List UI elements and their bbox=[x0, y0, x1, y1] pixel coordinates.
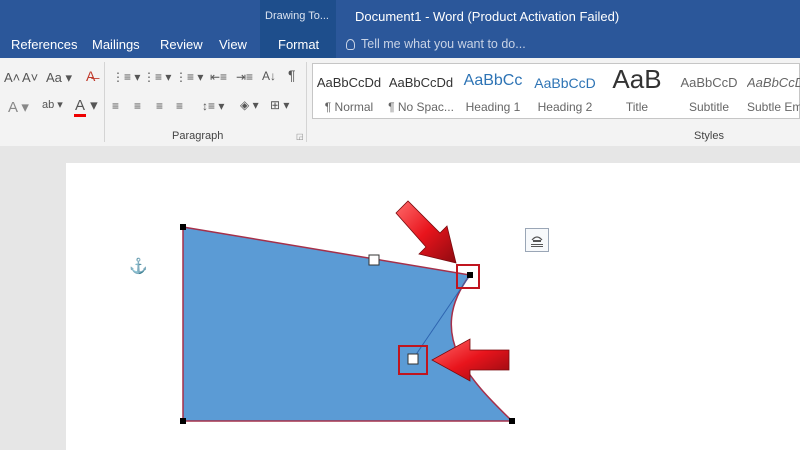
vertex-handle[interactable] bbox=[180, 224, 186, 230]
vertex-handle[interactable] bbox=[509, 418, 515, 424]
freeform-shape[interactable] bbox=[182, 226, 514, 422]
callout-arrow-vertex bbox=[395, 200, 457, 264]
vertex-handle-selected[interactable] bbox=[467, 272, 473, 278]
midpoint-handle[interactable] bbox=[368, 254, 380, 266]
drawing-layer bbox=[180, 200, 515, 424]
bezier-control-handle[interactable] bbox=[407, 353, 419, 365]
vertex-handle[interactable] bbox=[180, 418, 186, 424]
